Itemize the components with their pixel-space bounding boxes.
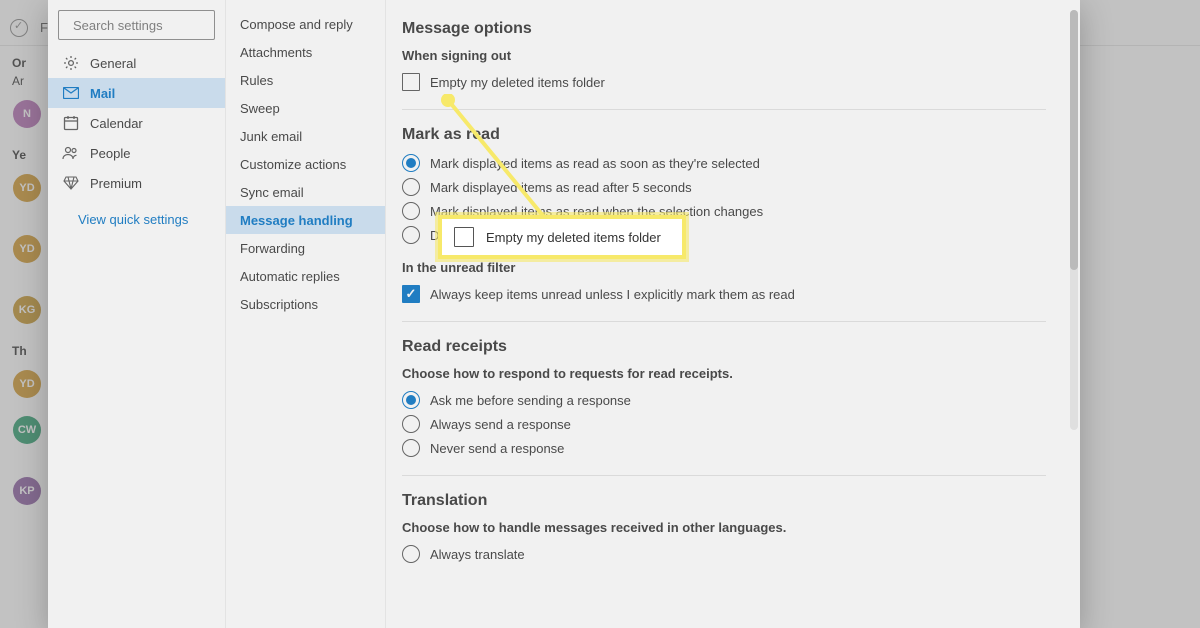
unread-filter-label: In the unread filter xyxy=(402,260,1046,275)
mid-junk[interactable]: Junk email xyxy=(226,122,385,150)
tr-radio[interactable] xyxy=(402,545,420,563)
nav-general[interactable]: General xyxy=(48,48,225,78)
settings-content-pane: Message options When signing out Empty m… xyxy=(386,0,1080,628)
search-input-wrapper[interactable] xyxy=(58,10,215,40)
mar-opt1: Mark displayed items as read as soon as … xyxy=(430,156,760,171)
rr-radio[interactable] xyxy=(402,439,420,457)
divider xyxy=(402,321,1046,322)
settings-content[interactable]: Message options When signing out Empty m… xyxy=(386,0,1066,628)
read-receipts-sub: Choose how to respond to requests for re… xyxy=(402,366,1046,381)
empty-deleted-label: Empty my deleted items folder xyxy=(430,75,605,90)
mid-sync[interactable]: Sync email xyxy=(226,178,385,206)
nav-label: People xyxy=(90,146,130,161)
nav-label: Calendar xyxy=(90,116,143,131)
mail-icon xyxy=(62,87,80,99)
mid-attachments[interactable]: Attachments xyxy=(226,38,385,66)
mid-sweep[interactable]: Sweep xyxy=(226,94,385,122)
mar-radio[interactable] xyxy=(402,226,420,244)
callout-checkbox xyxy=(454,227,474,247)
unread-filter-opt: Always keep items unread unless I explic… xyxy=(430,287,795,302)
rr-opt1: Ask me before sending a response xyxy=(430,393,631,408)
mar-opt2: Mark displayed items as read after 5 sec… xyxy=(430,180,692,195)
callout-label: Empty my deleted items folder xyxy=(486,230,661,245)
nav-mail[interactable]: Mail xyxy=(48,78,225,108)
mid-compose[interactable]: Compose and reply xyxy=(226,10,385,38)
when-signing-out-label: When signing out xyxy=(402,48,1046,63)
divider xyxy=(402,109,1046,110)
mid-message-handling[interactable]: Message handling xyxy=(226,206,385,234)
mid-rules[interactable]: Rules xyxy=(226,66,385,94)
mar-radio[interactable] xyxy=(402,202,420,220)
mar-radio-selected[interactable] xyxy=(402,154,420,172)
mid-automatic-replies[interactable]: Automatic replies xyxy=(226,262,385,290)
mid-subscriptions[interactable]: Subscriptions xyxy=(226,290,385,318)
annotation-callout: Empty my deleted items folder xyxy=(438,215,686,259)
rr-opt3: Never send a response xyxy=(430,441,564,456)
section-message-options: Message options xyxy=(402,20,1046,38)
diamond-icon xyxy=(62,176,80,190)
settings-dialog: General Mail Calendar People Premium xyxy=(48,0,1080,628)
nav-label: General xyxy=(90,56,136,71)
tr-opt1: Always translate xyxy=(430,547,525,562)
section-read-receipts: Read receipts xyxy=(402,338,1046,356)
gear-icon xyxy=(62,55,80,71)
nav-calendar[interactable]: Calendar xyxy=(48,108,225,138)
section-mark-as-read: Mark as read xyxy=(402,126,1046,144)
mar-radio[interactable] xyxy=(402,178,420,196)
people-icon xyxy=(62,146,80,160)
nav-premium[interactable]: Premium xyxy=(48,168,225,198)
translation-sub: Choose how to handle messages received i… xyxy=(402,520,1046,535)
rr-opt2: Always send a response xyxy=(430,417,571,432)
mid-forwarding[interactable]: Forwarding xyxy=(226,234,385,262)
rr-radio[interactable] xyxy=(402,415,420,433)
calendar-icon xyxy=(62,115,80,131)
empty-deleted-checkbox[interactable] xyxy=(402,73,420,91)
unread-filter-checkbox[interactable] xyxy=(402,285,420,303)
settings-mid-nav: Compose and reply Attachments Rules Swee… xyxy=(226,0,386,628)
scrollbar-thumb[interactable] xyxy=(1070,10,1078,270)
divider xyxy=(402,475,1046,476)
settings-left-nav: General Mail Calendar People Premium xyxy=(48,0,226,628)
nav-people[interactable]: People xyxy=(48,138,225,168)
view-quick-settings-link[interactable]: View quick settings xyxy=(48,198,225,227)
nav-label: Premium xyxy=(90,176,142,191)
mid-customize[interactable]: Customize actions xyxy=(226,150,385,178)
rr-radio-selected[interactable] xyxy=(402,391,420,409)
section-translation: Translation xyxy=(402,492,1046,510)
search-input[interactable] xyxy=(67,18,249,33)
nav-label: Mail xyxy=(90,86,115,101)
